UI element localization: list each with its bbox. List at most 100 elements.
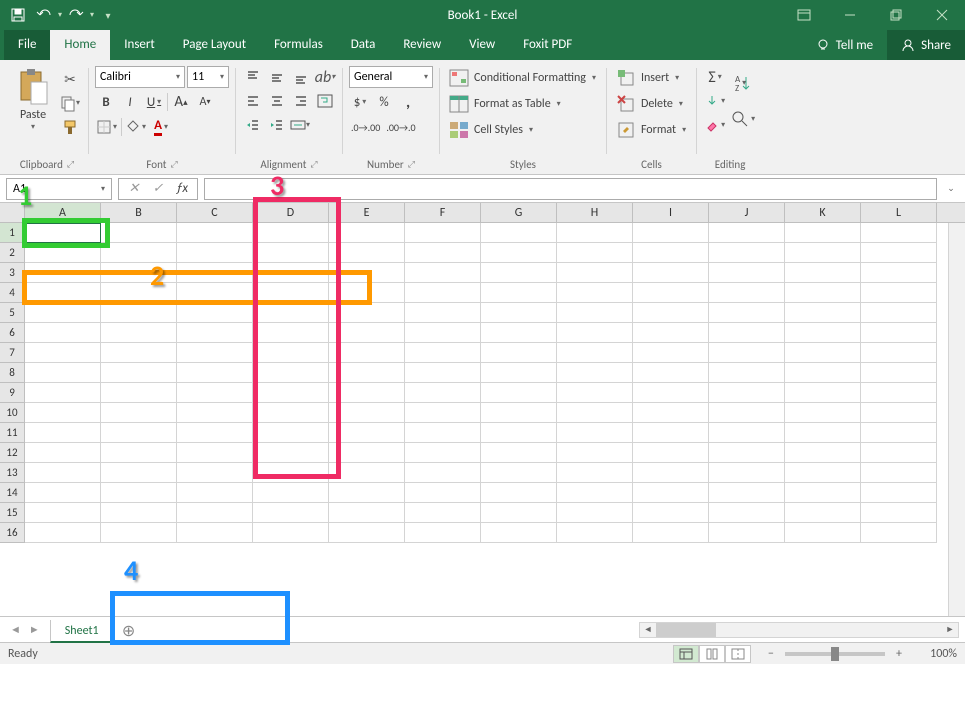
share-button[interactable]: Share	[887, 30, 965, 60]
cell[interactable]	[25, 523, 101, 543]
font-launcher-icon[interactable]: ⤢	[170, 157, 177, 173]
column-header[interactable]: G	[481, 203, 557, 222]
cell[interactable]	[25, 423, 101, 443]
cell[interactable]	[101, 383, 177, 403]
cell[interactable]	[101, 223, 177, 243]
cell[interactable]	[405, 263, 481, 283]
cell[interactable]	[405, 483, 481, 503]
page-break-view-button[interactable]	[725, 645, 751, 663]
cell[interactable]	[633, 443, 709, 463]
cell[interactable]	[633, 243, 709, 263]
cancel-formula-icon[interactable]: ✕	[125, 180, 143, 198]
cell[interactable]	[861, 463, 937, 483]
grid-body[interactable]: 12345678910111213141516	[0, 223, 965, 616]
qat-customize-icon[interactable]: ▾	[96, 3, 120, 27]
cell[interactable]	[557, 303, 633, 323]
shrink-font-button[interactable]: A▾	[194, 91, 216, 113]
cell[interactable]	[861, 323, 937, 343]
cut-icon[interactable]: ✂	[58, 68, 82, 90]
cell[interactable]	[557, 223, 633, 243]
column-header[interactable]: J	[709, 203, 785, 222]
cell[interactable]	[481, 443, 557, 463]
cell[interactable]	[709, 223, 785, 243]
cell[interactable]	[633, 503, 709, 523]
cell[interactable]	[253, 223, 329, 243]
cell[interactable]	[177, 283, 253, 303]
cell[interactable]	[557, 323, 633, 343]
conditional-formatting-button[interactable]: Conditional Formatting▾	[446, 66, 600, 90]
cell[interactable]	[405, 363, 481, 383]
cell[interactable]	[405, 383, 481, 403]
cell[interactable]	[329, 243, 405, 263]
cell[interactable]	[177, 523, 253, 543]
row-header[interactable]: 4	[0, 283, 25, 303]
cell[interactable]	[633, 263, 709, 283]
cell[interactable]	[405, 223, 481, 243]
cell[interactable]	[25, 283, 101, 303]
cell[interactable]	[861, 363, 937, 383]
italic-button[interactable]: I	[119, 91, 141, 113]
ribbon-display-options-icon[interactable]	[781, 0, 827, 30]
cell[interactable]	[101, 463, 177, 483]
find-select-button[interactable]: ▾	[729, 102, 757, 136]
cell[interactable]	[633, 403, 709, 423]
cell[interactable]	[253, 503, 329, 523]
cell[interactable]	[861, 383, 937, 403]
cell[interactable]	[481, 463, 557, 483]
row-header[interactable]: 14	[0, 483, 25, 503]
cell[interactable]	[329, 323, 405, 343]
cell[interactable]	[557, 383, 633, 403]
cell[interactable]	[633, 523, 709, 543]
select-all-corner[interactable]	[0, 203, 25, 222]
zoom-out-button[interactable]: −	[763, 647, 779, 661]
row-header[interactable]: 15	[0, 503, 25, 523]
cell[interactable]	[557, 463, 633, 483]
cell[interactable]	[177, 343, 253, 363]
cell[interactable]	[709, 503, 785, 523]
cell[interactable]	[101, 303, 177, 323]
cell[interactable]	[785, 363, 861, 383]
increase-decimal-button[interactable]: .0→.00	[349, 116, 382, 138]
font-color-button[interactable]: A▾	[150, 116, 172, 138]
clear-button[interactable]: ▾	[703, 114, 727, 136]
cell[interactable]	[177, 383, 253, 403]
cell[interactable]	[481, 243, 557, 263]
cell[interactable]	[633, 363, 709, 383]
sort-filter-button[interactable]: AZ▾	[729, 66, 757, 100]
column-header[interactable]: I	[633, 203, 709, 222]
align-bottom-button[interactable]	[290, 66, 312, 88]
cell[interactable]	[481, 423, 557, 443]
cell[interactable]	[405, 343, 481, 363]
minimize-icon[interactable]	[827, 0, 873, 30]
cell[interactable]	[177, 323, 253, 343]
cell[interactable]	[405, 283, 481, 303]
paste-button[interactable]: Paste ▾	[12, 64, 54, 132]
cell[interactable]	[329, 263, 405, 283]
cell[interactable]	[101, 363, 177, 383]
cell[interactable]	[25, 383, 101, 403]
row-header[interactable]: 5	[0, 303, 25, 323]
row-header[interactable]: 12	[0, 443, 25, 463]
cell[interactable]	[861, 403, 937, 423]
sheet-nav-next-icon[interactable]: ►	[29, 623, 40, 636]
cell[interactable]	[101, 523, 177, 543]
cell[interactable]	[709, 263, 785, 283]
decrease-indent-button[interactable]	[242, 114, 264, 136]
row-header[interactable]: 10	[0, 403, 25, 423]
cell[interactable]	[329, 303, 405, 323]
cell[interactable]	[709, 403, 785, 423]
zoom-value[interactable]: 100%	[913, 647, 957, 661]
cell[interactable]	[861, 223, 937, 243]
cell[interactable]	[481, 503, 557, 523]
close-icon[interactable]	[919, 0, 965, 30]
cell[interactable]	[405, 503, 481, 523]
cell[interactable]	[481, 283, 557, 303]
fx-icon[interactable]: ƒx	[173, 180, 191, 198]
hscroll-right-icon[interactable]: ►	[942, 623, 958, 637]
cell[interactable]	[861, 483, 937, 503]
cell[interactable]	[557, 483, 633, 503]
column-header[interactable]: K	[785, 203, 861, 222]
undo-dropdown-icon[interactable]: ▾	[58, 10, 62, 20]
cell[interactable]	[709, 283, 785, 303]
row-header[interactable]: 7	[0, 343, 25, 363]
